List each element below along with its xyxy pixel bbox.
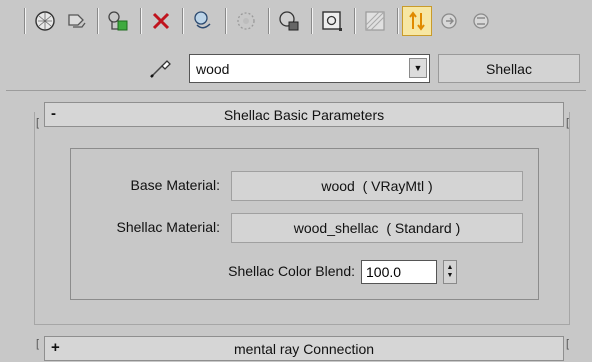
show-end-result-icon bbox=[365, 11, 385, 31]
rollout-edge-mark: [ bbox=[566, 338, 570, 350]
material-type-button[interactable]: Shellac bbox=[438, 54, 580, 83]
toolbar-separator bbox=[182, 8, 184, 34]
base-material-label: Base Material: bbox=[130, 177, 220, 193]
spinner-down-icon: ▼ bbox=[446, 272, 454, 279]
shellac-color-blend-field[interactable] bbox=[361, 260, 437, 284]
show-map-in-viewport-button[interactable] bbox=[317, 6, 347, 36]
rollout-title: mental ray Connection bbox=[233, 340, 375, 357]
toolbar-separator bbox=[97, 8, 99, 34]
put-to-scene-icon bbox=[68, 14, 86, 28]
material-editor-toolbar bbox=[0, 0, 592, 44]
toolbar-separator bbox=[354, 8, 356, 34]
rollout-edge-mark: [ bbox=[36, 338, 40, 350]
get-material-icon bbox=[35, 11, 55, 31]
rollout-header-shellac-basic[interactable]: - Shellac Basic Parameters bbox=[44, 102, 564, 127]
make-unique-icon bbox=[194, 11, 211, 29]
toolbar-separator bbox=[140, 8, 142, 34]
rollout-edge-mark: [ bbox=[36, 117, 40, 129]
rollout-header-mental-ray[interactable]: + mental ray Connection bbox=[44, 336, 564, 361]
toolbar-separator bbox=[397, 8, 399, 34]
shellac-material-value: wood_shellac ( Standard ) bbox=[293, 220, 461, 236]
toolbar-separator bbox=[311, 8, 313, 34]
assign-to-selection-icon bbox=[108, 11, 128, 31]
material-name-combo[interactable]: ▼ bbox=[189, 54, 430, 83]
collapse-sign: - bbox=[51, 105, 56, 122]
material-navigator-icon bbox=[473, 13, 489, 29]
dropdown-arrow-icon: ▼ bbox=[413, 63, 423, 73]
base-material-button[interactable]: wood ( VRayMtl ) bbox=[231, 171, 523, 201]
reset-map-icon bbox=[152, 12, 170, 30]
put-to-library-button[interactable] bbox=[231, 6, 261, 36]
rollout-edge-mark: [ bbox=[566, 117, 570, 129]
go-to-parent-icon bbox=[409, 11, 425, 31]
get-material-button[interactable] bbox=[30, 6, 60, 36]
pick-material-from-object-button[interactable] bbox=[148, 56, 174, 80]
rollout-title: Shellac Basic Parameters bbox=[223, 106, 385, 123]
spinner-up-icon: ▲ bbox=[446, 264, 454, 271]
toolbar-separator bbox=[24, 8, 26, 34]
assign-to-selection-button[interactable] bbox=[103, 6, 133, 36]
base-material-value: wood ( VRayMtl ) bbox=[321, 178, 433, 194]
go-forward-to-sibling-icon bbox=[441, 13, 457, 29]
put-to-scene-button[interactable] bbox=[62, 6, 92, 36]
go-to-parent-button[interactable] bbox=[402, 6, 432, 36]
material-name-field[interactable] bbox=[194, 58, 408, 80]
material-name-dropdown-button[interactable]: ▼ bbox=[409, 58, 427, 78]
toolbar-separator bbox=[225, 8, 227, 34]
material-navigator-button[interactable] bbox=[466, 6, 496, 36]
toolbar-separator bbox=[268, 8, 270, 34]
show-end-result-button[interactable] bbox=[360, 6, 390, 36]
reset-map-button[interactable] bbox=[146, 6, 176, 36]
eyedropper-icon bbox=[150, 60, 171, 78]
material-effects-channel-icon bbox=[279, 11, 299, 31]
go-forward-to-sibling-button[interactable] bbox=[434, 6, 464, 36]
make-unique-button[interactable] bbox=[188, 6, 218, 36]
shellac-material-label: Shellac Material: bbox=[116, 219, 221, 235]
show-map-in-viewport-icon bbox=[322, 11, 342, 31]
expand-sign: + bbox=[51, 339, 60, 356]
shellac-color-blend-label: Shellac Color Blend: bbox=[228, 263, 355, 279]
material-type-label: Shellac bbox=[486, 60, 532, 77]
put-to-library-icon bbox=[237, 12, 255, 30]
material-effects-channel-button[interactable] bbox=[274, 6, 304, 36]
shellac-material-button[interactable]: wood_shellac ( Standard ) bbox=[231, 213, 523, 243]
shellac-color-blend-spinner[interactable]: ▲ ▼ bbox=[443, 260, 457, 284]
